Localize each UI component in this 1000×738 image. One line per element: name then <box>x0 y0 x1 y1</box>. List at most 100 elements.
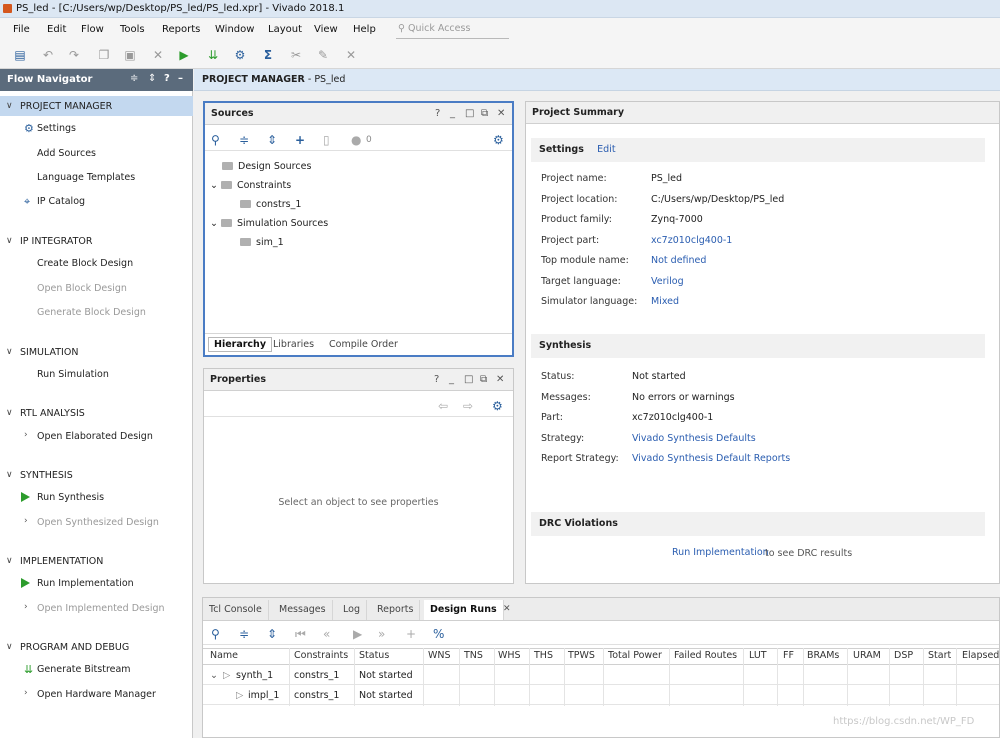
project-part-link[interactable]: xc7z010clg400-1 <box>651 235 732 246</box>
play-icon[interactable]: ▶ <box>353 627 362 641</box>
column-header-status[interactable]: Status <box>359 650 389 661</box>
tab-log[interactable]: Log <box>337 600 367 620</box>
column-header-total-power[interactable]: Total Power <box>608 650 662 661</box>
tab-tcl-console[interactable]: Tcl Console <box>203 600 269 620</box>
nav-item-settings[interactable]: Settings <box>37 123 76 134</box>
cut-icon[interactable]: ✂ <box>288 47 304 63</box>
tab-libraries[interactable]: Libraries <box>273 339 314 350</box>
nav-item-run-implementation[interactable]: Run Implementation <box>21 578 134 589</box>
copy-icon[interactable]: ❐ <box>96 47 112 63</box>
nav-item-open-synthesized-design[interactable]: Open Synthesized Design <box>37 517 159 528</box>
document-icon[interactable]: ▯ <box>323 133 330 147</box>
menu-layout[interactable]: Layout <box>268 24 302 35</box>
expand-all-icon[interactable]: ⇕ <box>267 627 277 641</box>
maximize-icon[interactable]: □ <box>465 108 474 119</box>
gear-icon[interactable]: ⚙ <box>492 399 503 413</box>
minimize-icon[interactable]: – <box>178 73 183 84</box>
tree-design-sources[interactable]: Design Sources <box>222 161 311 172</box>
chevron-down-icon[interactable]: ∨ <box>6 642 13 652</box>
column-header-start[interactable]: Start <box>928 650 951 661</box>
search-icon[interactable]: ⚲ <box>211 627 220 641</box>
nav-section-program-and-debug[interactable]: PROGRAM AND DEBUG <box>20 642 129 653</box>
menu-tools[interactable]: Tools <box>120 24 145 35</box>
column-header-constraints[interactable]: Constraints <box>294 650 348 661</box>
program-icon[interactable]: ⇊ <box>205 47 221 63</box>
nav-item-add-sources[interactable]: Add Sources <box>37 148 96 159</box>
edit-icon[interactable]: ✎ <box>315 47 331 63</box>
nav-item-language-templates[interactable]: Language Templates <box>37 172 135 183</box>
tab-compile-order[interactable]: Compile Order <box>329 339 398 350</box>
tree-constrs-1[interactable]: constrs_1 <box>240 199 301 210</box>
nav-item-ip-catalog[interactable]: IP Catalog <box>37 196 85 207</box>
synthesis-strategy-link[interactable]: Vivado Synthesis Defaults <box>632 433 756 444</box>
nav-section-ip-integrator[interactable]: IP INTEGRATOR <box>20 236 92 247</box>
column-header-wns[interactable]: WNS <box>428 650 451 661</box>
run-name[interactable]: synth_1 <box>236 670 273 681</box>
chevron-right-icon[interactable]: › <box>24 688 28 698</box>
nav-section-project-manager[interactable]: PROJECT MANAGER <box>20 101 112 112</box>
undo-icon[interactable]: ↶ <box>40 47 56 63</box>
tree-constraints[interactable]: ⌄ Constraints <box>210 180 291 191</box>
minimize-icon[interactable]: _ <box>449 374 454 385</box>
column-header-elapsed[interactable]: Elapsed <box>962 650 999 661</box>
chevron-down-icon[interactable]: ∨ <box>6 556 13 566</box>
sigma-icon[interactable]: Σ <box>260 47 276 63</box>
nav-item-open-implemented-design[interactable]: Open Implemented Design <box>37 603 165 614</box>
column-header-uram[interactable]: URAM <box>853 650 881 661</box>
minimize-icon[interactable]: _ <box>450 108 455 119</box>
nav-section-simulation[interactable]: SIMULATION <box>20 347 78 358</box>
column-header-tpws[interactable]: TPWS <box>568 650 595 661</box>
paste-icon[interactable]: ▣ <box>122 47 138 63</box>
nav-item-open-block-design[interactable]: Open Block Design <box>37 283 127 294</box>
chevron-down-icon[interactable]: ∨ <box>6 101 13 111</box>
menu-view[interactable]: View <box>314 24 338 35</box>
back-icon[interactable]: ⇦ <box>438 399 448 413</box>
top-module-link[interactable]: Not defined <box>651 255 706 266</box>
column-header-tns[interactable]: TNS <box>464 650 483 661</box>
tree-simulation-sources[interactable]: ⌄ Simulation Sources <box>210 218 328 229</box>
chevron-right-icon[interactable]: › <box>24 602 28 612</box>
chevron-down-icon[interactable]: ⌄ <box>210 670 218 681</box>
column-header-whs[interactable]: WHS <box>498 650 521 661</box>
run-implementation-link[interactable]: Run Implementation <box>672 547 769 558</box>
cancel-icon[interactable]: ✕ <box>343 47 359 63</box>
search-icon[interactable]: ⚲ <box>211 133 220 147</box>
tab-messages[interactable]: Messages <box>273 600 333 620</box>
nav-item-generate-block-design[interactable]: Generate Block Design <box>37 307 146 318</box>
menu-reports[interactable]: Reports <box>162 24 200 35</box>
nav-item-generate-bitstream[interactable]: Generate Bitstream <box>37 664 131 675</box>
redo-icon[interactable]: ↷ <box>66 47 82 63</box>
close-icon[interactable]: ✕ <box>497 108 505 119</box>
nav-section-synthesis[interactable]: SYNTHESIS <box>20 470 73 481</box>
column-header-name[interactable]: Name <box>210 650 238 661</box>
forward-icon[interactable]: ⇨ <box>463 399 473 413</box>
previous-icon[interactable]: « <box>323 627 330 641</box>
next-icon[interactable]: » <box>378 627 385 641</box>
column-header-lut[interactable]: LUT <box>749 650 767 661</box>
quick-access-search[interactable]: ⚲ Quick Access <box>396 20 509 39</box>
nav-item-open-hardware-manager[interactable]: Open Hardware Manager <box>37 689 156 700</box>
menu-edit[interactable]: Edit <box>47 24 66 35</box>
column-header-dsp[interactable]: DSP <box>894 650 913 661</box>
chevron-down-icon[interactable]: ∨ <box>6 236 13 246</box>
chevron-down-icon[interactable]: ∨ <box>6 408 13 418</box>
chevron-right-icon[interactable]: › <box>24 516 28 526</box>
tab-hierarchy[interactable]: Hierarchy <box>208 337 273 352</box>
menu-file[interactable]: File <box>13 24 30 35</box>
sort-icon[interactable]: ⇕ <box>148 73 156 84</box>
maximize-icon[interactable]: □ <box>464 374 473 385</box>
collapse-icon[interactable]: ≑ <box>130 73 138 84</box>
column-header-brams[interactable]: BRAMs <box>807 650 839 661</box>
menu-window[interactable]: Window <box>215 24 254 35</box>
percent-icon[interactable]: % <box>433 627 444 641</box>
close-icon[interactable]: ✕ <box>496 374 504 385</box>
nav-section-rtl-analysis[interactable]: RTL ANALYSIS <box>20 408 85 419</box>
menu-help[interactable]: Help <box>353 24 376 35</box>
simulator-language-link[interactable]: Mixed <box>651 296 679 307</box>
chevron-right-icon[interactable]: › <box>24 430 28 440</box>
column-header-ths[interactable]: THS <box>534 650 553 661</box>
nav-item-create-block-design[interactable]: Create Block Design <box>37 258 133 269</box>
help-icon[interactable]: ? <box>434 374 439 385</box>
delete-icon[interactable]: ✕ <box>150 47 166 63</box>
help-icon[interactable]: ? <box>164 73 170 84</box>
